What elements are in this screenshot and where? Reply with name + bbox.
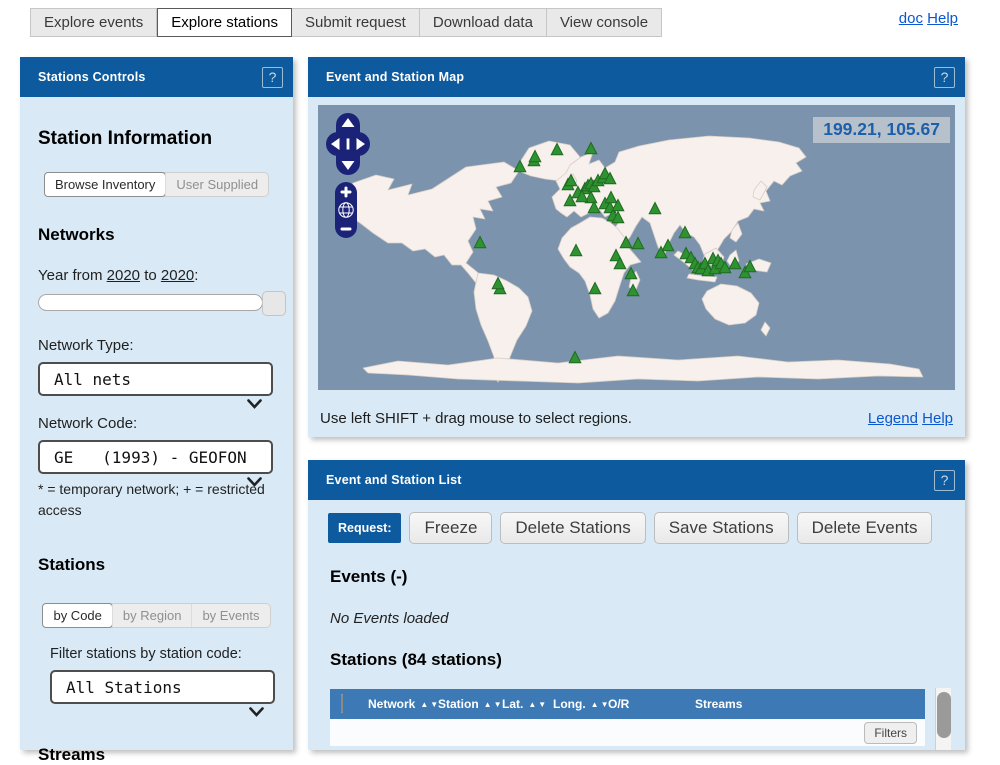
- stations-table: Network ▲▼ Station ▲▼ Lat. ▲▼ Long. ▲▼ O…: [330, 689, 925, 746]
- filters-button[interactable]: Filters: [864, 722, 917, 744]
- stations-controls-panel: Stations Controls ? Station Information …: [20, 57, 293, 750]
- by-events-button[interactable]: by Events: [191, 604, 269, 627]
- station-code-value: All Stations: [66, 678, 182, 697]
- panel-help-button[interactable]: ?: [262, 67, 283, 88]
- map-pan-control: [326, 113, 370, 180]
- world-map[interactable]: 199.21, 105.67: [318, 105, 955, 390]
- stations-heading: Stations: [38, 555, 275, 575]
- list-toolbar: Request: Freeze Delete Stations Save Sta…: [328, 512, 945, 544]
- map-help-link[interactable]: Help: [922, 410, 953, 427]
- stations-table-header: Network ▲▼ Station ▲▼ Lat. ▲▼ Long. ▲▼ O…: [330, 689, 925, 719]
- doc-link[interactable]: doc: [899, 10, 923, 27]
- column-station-label: Station: [438, 697, 479, 711]
- column-network-label: Network: [368, 697, 415, 711]
- year-slider-handle[interactable]: [262, 291, 286, 316]
- map-zoom-control: [334, 181, 358, 244]
- sort-icons[interactable]: ▲▼: [528, 700, 548, 709]
- networks-heading: Networks: [38, 225, 275, 245]
- chevron-down-icon: [172, 683, 264, 740]
- user-supplied-button[interactable]: User Supplied: [165, 173, 268, 196]
- column-streams: Streams: [695, 697, 925, 711]
- help-link[interactable]: Help: [927, 10, 958, 27]
- column-lat[interactable]: Lat. ▲▼: [502, 697, 553, 711]
- station-information-heading: Station Information: [38, 128, 275, 150]
- inventory-source-toggle: Browse Inventory User Supplied: [44, 172, 269, 197]
- column-network[interactable]: Network ▲▼: [368, 697, 438, 711]
- chevron-down-icon: [170, 375, 262, 432]
- column-or: O/R: [608, 697, 695, 711]
- by-region-button[interactable]: by Region: [112, 604, 192, 627]
- column-or-label: O/R: [608, 697, 629, 711]
- panel-title: Event and Station List: [326, 473, 462, 487]
- tab-view-console[interactable]: View console: [547, 8, 662, 37]
- map-hint-text: Use left SHIFT + drag mouse to select re…: [320, 410, 632, 427]
- scrollbar-thumb[interactable]: [937, 692, 951, 738]
- station-marker[interactable]: [585, 143, 597, 154]
- list-panel-header: Event and Station List ?: [308, 460, 965, 500]
- column-station[interactable]: Station ▲▼: [438, 697, 502, 711]
- station-filter-mode-toggle: by Code by Region by Events: [42, 603, 270, 628]
- network-code-select[interactable]: GE (1993) - GEOFON: [38, 440, 273, 474]
- network-type-value: All nets: [54, 370, 131, 389]
- network-type-select[interactable]: All nets: [38, 362, 273, 396]
- no-events-message: No Events loaded: [330, 610, 945, 627]
- year-range-label: Year from 2020 to 2020:: [38, 267, 275, 284]
- year-to-link[interactable]: 2020: [161, 267, 194, 284]
- delete-stations-button[interactable]: Delete Stations: [500, 512, 645, 544]
- world-map-svg: [318, 105, 955, 390]
- year-prefix: Year from: [38, 267, 102, 284]
- select-all-checkbox[interactable]: [341, 694, 343, 713]
- filters-row: Filters: [330, 719, 925, 746]
- column-long-label: Long.: [553, 697, 586, 711]
- panel-help-button[interactable]: ?: [934, 67, 955, 88]
- sort-icons[interactable]: ▲▼: [484, 700, 504, 709]
- station-code-filter-label: Filter stations by station code:: [38, 646, 275, 662]
- panel-title: Stations Controls: [38, 70, 146, 84]
- stations-list-heading: Stations (84 stations): [330, 650, 945, 670]
- panel-title: Event and Station Map: [326, 70, 464, 84]
- station-marker[interactable]: [474, 237, 486, 248]
- year-suffix: :: [194, 267, 198, 284]
- main-tab-bar: Explore events Explore stations Submit r…: [30, 8, 662, 37]
- delete-events-button[interactable]: Delete Events: [797, 512, 933, 544]
- year-from-link[interactable]: 2020: [107, 267, 140, 284]
- streams-heading: Streams: [38, 745, 275, 765]
- save-stations-button[interactable]: Save Stations: [654, 512, 789, 544]
- stations-controls-header: Stations Controls ?: [20, 57, 293, 97]
- by-code-button[interactable]: by Code: [42, 603, 112, 628]
- tab-explore-stations[interactable]: Explore stations: [157, 8, 292, 37]
- panel-help-button[interactable]: ?: [934, 470, 955, 491]
- land-australia: [702, 284, 759, 325]
- land-antarctica: [363, 356, 923, 383]
- stations-list-scrollbar[interactable]: [935, 688, 951, 750]
- request-button[interactable]: Request:: [328, 513, 401, 543]
- year-mid: to: [144, 267, 157, 284]
- legend-link[interactable]: Legend: [868, 410, 918, 427]
- cursor-coordinates: 199.21, 105.67: [813, 117, 950, 143]
- column-streams-label: Streams: [695, 697, 742, 711]
- map-panel-header: Event and Station Map ?: [308, 57, 965, 97]
- tab-submit-request[interactable]: Submit request: [292, 8, 420, 37]
- station-code-select[interactable]: All Stations: [50, 670, 275, 704]
- tab-download-data[interactable]: Download data: [420, 8, 547, 37]
- events-heading: Events (-): [330, 567, 945, 587]
- land-north-america: [338, 162, 519, 288]
- freeze-button[interactable]: Freeze: [409, 512, 492, 544]
- top-links: doc Help: [899, 10, 958, 27]
- land-new-zealand: [761, 322, 770, 336]
- column-long[interactable]: Long. ▲▼: [553, 697, 608, 711]
- event-station-list-panel: Event and Station List ? Request: Freeze…: [308, 460, 965, 750]
- column-lat-label: Lat.: [502, 697, 523, 711]
- browse-inventory-button[interactable]: Browse Inventory: [44, 172, 166, 197]
- year-range-slider[interactable]: [38, 294, 263, 311]
- network-type-label: Network Type:: [38, 337, 275, 354]
- tab-explore-events[interactable]: Explore events: [30, 8, 157, 37]
- station-marker[interactable]: [569, 352, 581, 363]
- event-station-map-panel: Event and Station Map ?: [308, 57, 965, 437]
- chevron-down-icon: [170, 453, 262, 510]
- station-marker[interactable]: [632, 238, 644, 249]
